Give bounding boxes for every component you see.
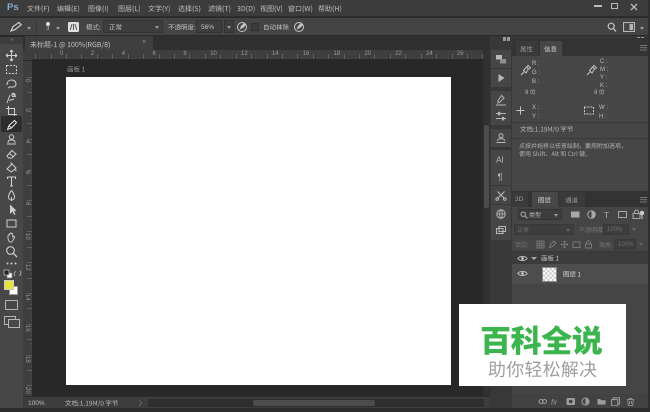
svg-text:fx: fx [551, 398, 557, 407]
svg-text:¶: ¶ [498, 172, 503, 183]
svg-text:T: T [604, 210, 609, 220]
svg-text:Al: Al [496, 155, 504, 165]
